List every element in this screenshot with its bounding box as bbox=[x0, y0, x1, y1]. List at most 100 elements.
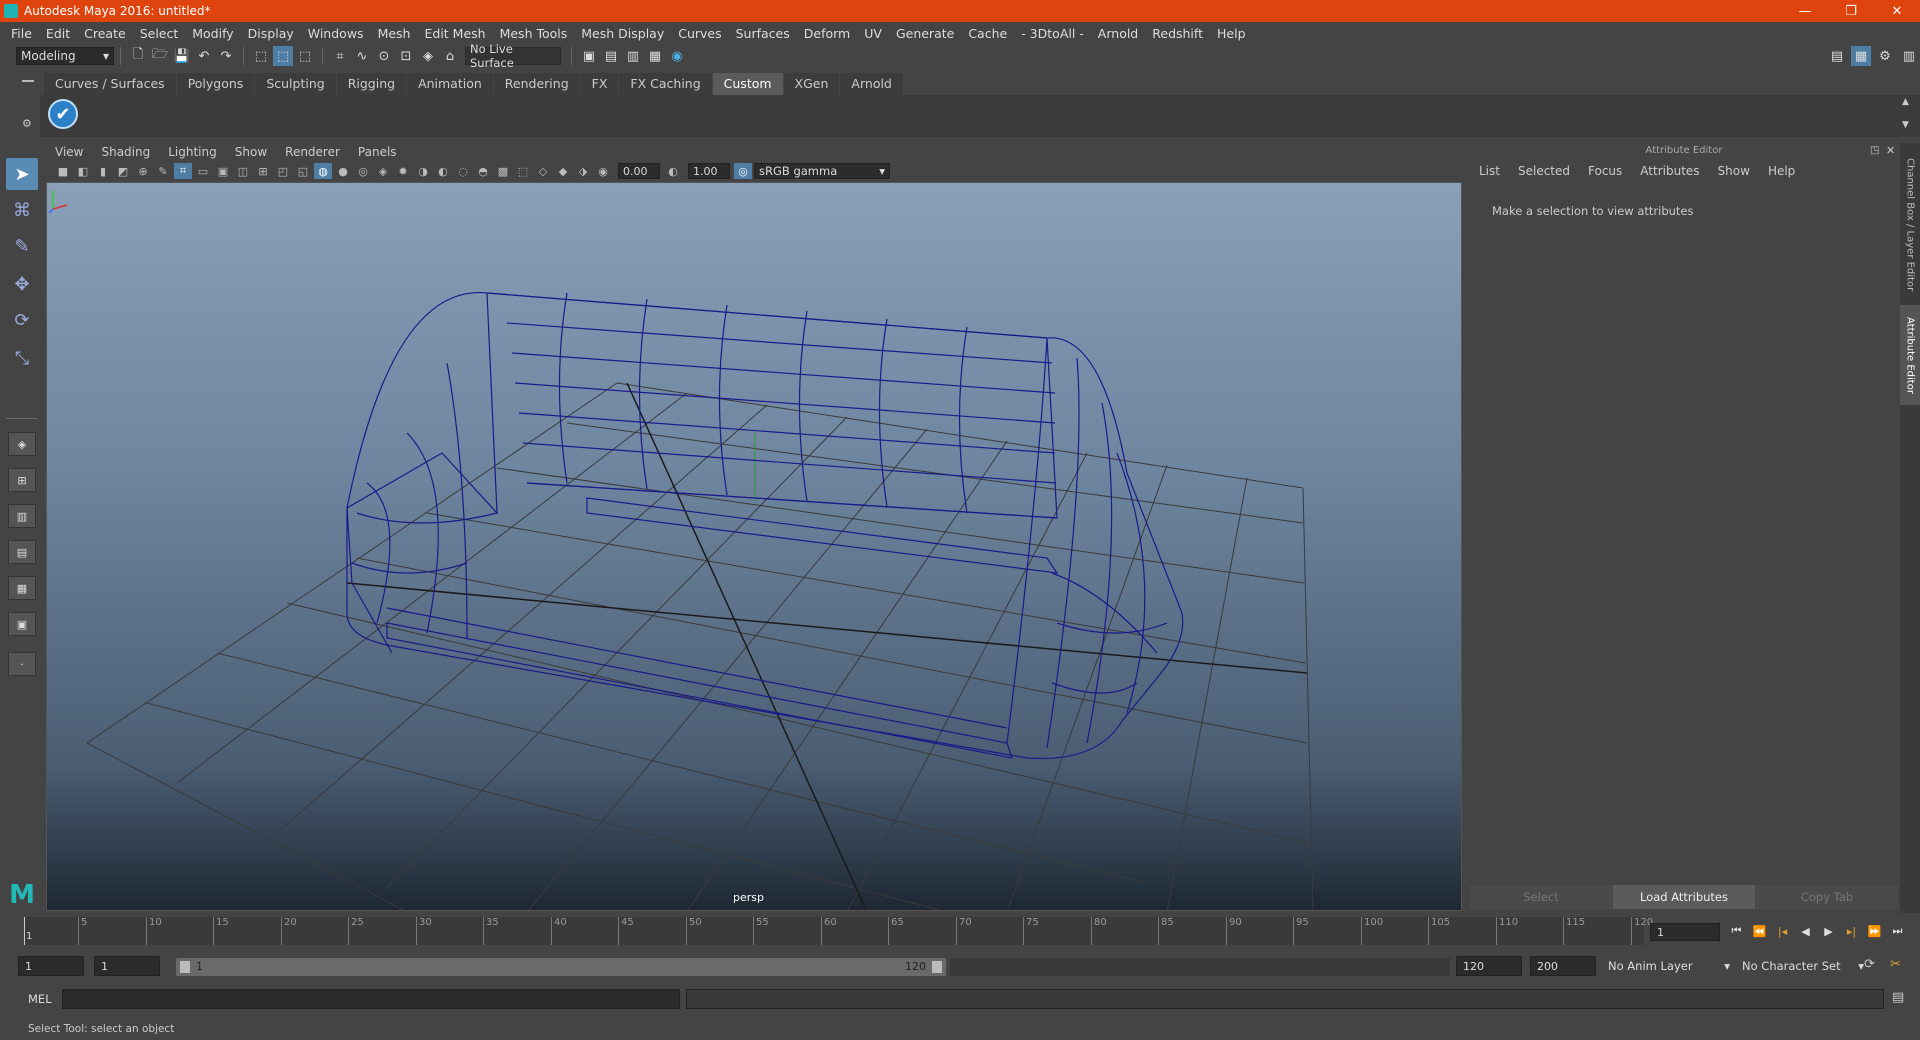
xray-joints-icon[interactable]: ◆ bbox=[554, 163, 572, 179]
attr-menu-help[interactable]: Help bbox=[1759, 164, 1804, 178]
copy-tab-button[interactable]: Copy Tab bbox=[1756, 885, 1898, 909]
range-start-handle[interactable] bbox=[180, 961, 190, 973]
tab-curves-surfaces[interactable]: Curves / Surfaces bbox=[44, 73, 176, 95]
persp-outliner-layout-icon[interactable]: ▥ bbox=[8, 504, 36, 528]
render-frame-icon[interactable]: ▤ bbox=[601, 46, 621, 66]
menu-uv[interactable]: UV bbox=[857, 26, 889, 41]
script-editor-icon[interactable]: ▤ bbox=[1892, 990, 1904, 1005]
safe-title-icon[interactable]: ◱ bbox=[294, 163, 312, 179]
perspective-viewport[interactable]: persp bbox=[46, 182, 1462, 911]
playback-start-field[interactable]: 1 bbox=[94, 956, 160, 976]
shadows-icon[interactable]: ◑ bbox=[414, 163, 432, 179]
time-slider[interactable]: 1 5 10 15 20 25 30 35 40 45 50 55 60 65 70 75 80 85 90 95 1… bbox=[24, 917, 1653, 945]
float-panel-icon[interactable]: ◳ bbox=[1870, 145, 1879, 156]
gamma-icon[interactable]: ◐ bbox=[664, 163, 682, 179]
tab-animation[interactable]: Animation bbox=[407, 73, 493, 95]
select-object-icon[interactable]: ⬚ bbox=[273, 46, 293, 66]
tab-custom[interactable]: Custom bbox=[712, 73, 783, 95]
menu-mesh-display[interactable]: Mesh Display bbox=[574, 26, 671, 41]
smooth-shade-icon[interactable]: ● bbox=[334, 163, 352, 179]
tab-channel-box[interactable]: Channel Box / Layer Editor bbox=[1900, 150, 1920, 300]
step-back-key-icon[interactable]: ⏪ bbox=[1748, 921, 1771, 941]
panel-layout-icon[interactable]: ▤ bbox=[1827, 46, 1847, 66]
tab-attribute-editor[interactable]: Attribute Editor bbox=[1900, 305, 1920, 405]
scale-tool-icon[interactable]: ⤡ bbox=[6, 342, 38, 374]
new-scene-icon[interactable]: 🗋 bbox=[128, 46, 148, 66]
menu-windows[interactable]: Windows bbox=[301, 26, 371, 41]
range-end-handle[interactable] bbox=[932, 961, 942, 973]
attr-menu-list[interactable]: List bbox=[1470, 164, 1509, 178]
menu-file[interactable]: File bbox=[4, 26, 39, 41]
single-perspective-layout-icon[interactable]: ◈ bbox=[8, 432, 36, 456]
shelf-checkmark-icon[interactable]: ✔ bbox=[48, 99, 78, 129]
attr-menu-show[interactable]: Show bbox=[1709, 164, 1759, 178]
color-management-icon[interactable]: ◎ bbox=[734, 163, 752, 179]
menu-curves[interactable]: Curves bbox=[671, 26, 728, 41]
gate-mask-icon[interactable]: ◫ bbox=[234, 163, 252, 179]
menu-create[interactable]: Create bbox=[77, 26, 133, 41]
attribute-editor-toggle-icon[interactable]: ▦ bbox=[1851, 46, 1871, 66]
step-forward-frame-icon[interactable]: ▸| bbox=[1840, 921, 1863, 941]
persp-hypershade-layout-icon[interactable]: ▦ bbox=[8, 576, 36, 600]
menu-generate[interactable]: Generate bbox=[889, 26, 961, 41]
tab-rigging[interactable]: Rigging bbox=[336, 73, 407, 95]
anim-layer-dropdown[interactable]: No Anim Layer ▾ bbox=[1604, 956, 1734, 976]
menu-set-selector[interactable]: Modeling ▾ bbox=[16, 47, 114, 65]
shelf-menu-handle[interactable] bbox=[22, 80, 34, 82]
range-slider[interactable]: 1 120 bbox=[176, 958, 946, 976]
make-live-icon[interactable]: ⌂ bbox=[440, 46, 460, 66]
tab-fx[interactable]: FX bbox=[580, 73, 619, 95]
menu-help[interactable]: Help bbox=[1210, 26, 1253, 41]
play-forward-icon[interactable]: ▶ bbox=[1817, 921, 1840, 941]
snap-grid-icon[interactable]: ⌗ bbox=[330, 46, 350, 66]
animation-preferences-icon[interactable]: ✂ bbox=[1890, 957, 1901, 972]
undo-icon[interactable]: ↶ bbox=[194, 46, 214, 66]
menu-redshift[interactable]: Redshift bbox=[1145, 26, 1210, 41]
attr-menu-selected[interactable]: Selected bbox=[1509, 164, 1579, 178]
film-gate-icon[interactable]: ▭ bbox=[194, 163, 212, 179]
tab-arnold[interactable]: Arnold bbox=[840, 73, 903, 95]
tab-polygons[interactable]: Polygons bbox=[176, 73, 255, 95]
gamma-field[interactable]: 1.00 bbox=[688, 163, 730, 179]
wireframe-icon[interactable]: ◍ bbox=[314, 163, 332, 179]
close-panel-icon[interactable]: ✕ bbox=[1886, 144, 1895, 157]
menu-select[interactable]: Select bbox=[133, 26, 186, 41]
snap-view-icon[interactable]: ⊡ bbox=[396, 46, 416, 66]
character-set-dropdown[interactable]: No Character Set ▾ bbox=[1738, 956, 1868, 976]
play-backward-icon[interactable]: ◀ bbox=[1794, 921, 1817, 941]
shelf-scroll-down-icon[interactable]: ▼ bbox=[1902, 120, 1909, 130]
hypershade-icon[interactable]: ◉ bbox=[667, 46, 687, 66]
attr-menu-attributes[interactable]: Attributes bbox=[1631, 164, 1708, 178]
tool-settings-toggle-icon[interactable]: ⚙ bbox=[1875, 46, 1895, 66]
field-chart-icon[interactable]: ⊞ bbox=[254, 163, 272, 179]
menu-edit-mesh[interactable]: Edit Mesh bbox=[417, 26, 492, 41]
exposure-field[interactable]: 0.00 bbox=[618, 163, 660, 179]
snap-curve-icon[interactable]: ∿ bbox=[352, 46, 372, 66]
image-plane-icon[interactable]: ◩ bbox=[114, 163, 132, 179]
viewport-scene[interactable] bbox=[47, 183, 1462, 911]
snap-surface-icon[interactable]: ◈ bbox=[418, 46, 438, 66]
resolution-gate-icon[interactable]: ▣ bbox=[214, 163, 232, 179]
command-language-label[interactable]: MEL bbox=[28, 992, 52, 1006]
animation-end-field[interactable]: 200 bbox=[1530, 956, 1596, 976]
menu-deform[interactable]: Deform bbox=[797, 26, 857, 41]
ambient-occlusion-icon[interactable]: ◐ bbox=[434, 163, 452, 179]
tab-sculpting[interactable]: Sculpting bbox=[255, 73, 336, 95]
2d-pan-zoom-icon[interactable]: ⊕ bbox=[134, 163, 152, 179]
menu-surfaces[interactable]: Surfaces bbox=[729, 26, 797, 41]
step-back-frame-icon[interactable]: |◂ bbox=[1771, 921, 1794, 941]
shelf-scroll-up-icon[interactable]: ▲ bbox=[1902, 97, 1909, 107]
attr-menu-focus[interactable]: Focus bbox=[1579, 164, 1631, 178]
anti-aliasing-icon[interactable]: ◓ bbox=[474, 163, 492, 179]
step-forward-key-icon[interactable]: ⏩ bbox=[1863, 921, 1886, 941]
move-tool-icon[interactable]: ✥ bbox=[6, 268, 38, 300]
select-button[interactable]: Select bbox=[1470, 885, 1612, 909]
panel-menu-view[interactable]: View bbox=[46, 145, 92, 159]
open-scene-icon[interactable]: 🗁 bbox=[150, 46, 170, 66]
menu-arnold[interactable]: Arnold bbox=[1091, 26, 1145, 41]
select-tool-icon[interactable]: ➤ bbox=[6, 158, 38, 190]
select-hierarchy-icon[interactable]: ⬚ bbox=[251, 46, 271, 66]
depth-of-field-icon[interactable]: ▩ bbox=[494, 163, 512, 179]
paint-select-tool-icon[interactable]: ✎ bbox=[6, 230, 38, 262]
bookmarks-icon[interactable]: ▮ bbox=[94, 163, 112, 179]
